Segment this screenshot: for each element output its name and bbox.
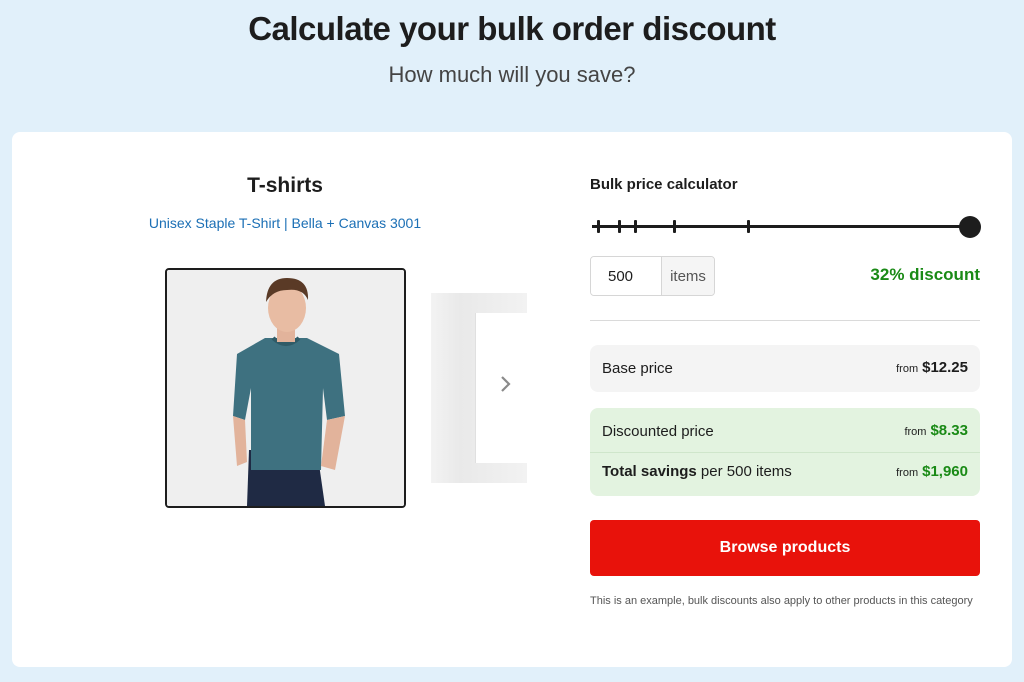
slider-tick (618, 220, 621, 233)
divider (590, 320, 980, 321)
product-category-title: T-shirts (247, 174, 323, 197)
from-label: from (896, 363, 919, 375)
total-savings-label: Total savings per 500 items (602, 463, 792, 480)
page-title: Calculate your bulk order discount (248, 10, 776, 47)
example-note: This is an example, bulk discounts also … (590, 595, 973, 607)
from-label: from (896, 467, 919, 479)
total-savings-label-bold: Total savings (602, 463, 697, 480)
total-savings-amount: $1,960 (922, 463, 968, 480)
base-price-value: from $12.25 (896, 359, 968, 376)
discount-percentage: 32% discount (870, 265, 980, 284)
slider-tick (597, 220, 600, 233)
quantity-field: items (590, 256, 715, 296)
model-tshirt-image (167, 270, 404, 506)
page-subtitle: How much will you save? (388, 62, 636, 87)
quantity-input[interactable] (591, 257, 662, 295)
discounted-price-value: from $8.33 (904, 422, 968, 439)
quantity-slider[interactable] (592, 215, 982, 239)
carousel-next-button[interactable] (496, 372, 516, 400)
discount-summary: Discounted price from $8.33 Total saving… (590, 408, 980, 496)
slider-tick (634, 220, 637, 233)
total-savings-value: from $1,960 (896, 463, 968, 480)
chevron-right-icon (500, 375, 512, 398)
slider-thumb[interactable] (959, 216, 981, 238)
divider (590, 452, 980, 453)
total-savings-label-rest: per 500 items (696, 463, 792, 480)
product-image[interactable] (165, 268, 406, 508)
slider-track (592, 225, 970, 228)
slider-tick (747, 220, 750, 233)
discounted-price-amount: $8.33 (930, 422, 968, 439)
calculator-card: T-shirts Unisex Staple T-Shirt | Bella +… (12, 132, 1012, 667)
browse-products-button[interactable]: Browse products (590, 520, 980, 576)
base-price-row: Base price from $12.25 (590, 345, 980, 392)
base-price-label: Base price (602, 360, 673, 377)
from-label: from (904, 426, 927, 438)
calculator-title: Bulk price calculator (590, 176, 738, 193)
discounted-price-label: Discounted price (602, 423, 714, 440)
product-name-link[interactable]: Unisex Staple T-Shirt | Bella + Canvas 3… (112, 215, 458, 231)
quantity-unit-label: items (662, 257, 714, 295)
base-price-amount: $12.25 (922, 359, 968, 376)
slider-tick (673, 220, 676, 233)
